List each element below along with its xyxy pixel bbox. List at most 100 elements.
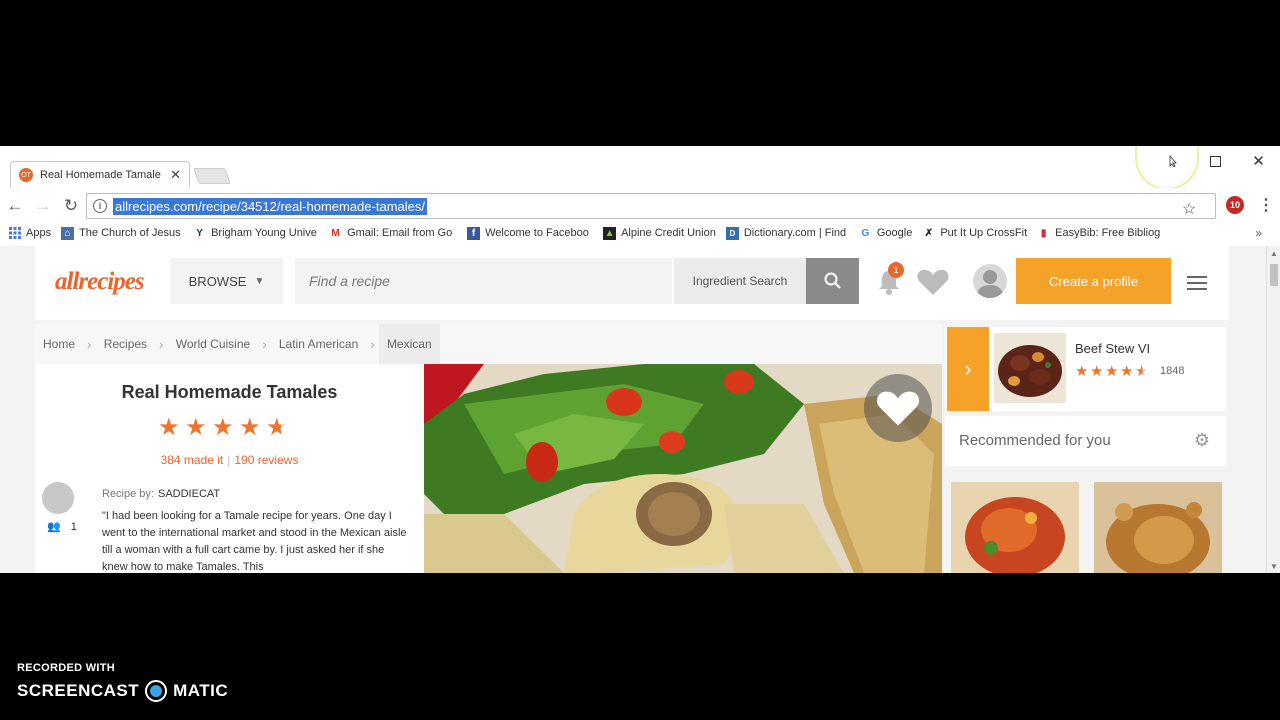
tamales-image [424, 364, 942, 573]
breadcrumb-recipes[interactable]: Recipes [96, 324, 155, 364]
bookmarks-overflow-icon[interactable]: » [1255, 226, 1262, 240]
chevron-right-icon: › [262, 336, 267, 352]
bookmark-label: Welcome to Faceboo [485, 227, 589, 239]
made-it-link[interactable]: 384 made it [161, 453, 224, 467]
church-icon: ⌂ [61, 226, 75, 240]
browser-window: OT Real Homemade Tamale ✕ ✕ ← → ↻ i allr… [0, 146, 1280, 573]
bookmark-easybib[interactable]: ▮ EasyBib: Free Bibliog [1037, 227, 1165, 240]
bookmark-byu[interactable]: Y Brigham Young Unive [193, 227, 319, 240]
bookmarks-bar: Apps ⌂ The Church of Jesus C Y Brigham Y… [0, 222, 1280, 244]
browse-label: BROWSE [188, 273, 247, 289]
scroll-thumb[interactable] [1270, 264, 1278, 286]
watermark-recorded-with: RECORDED WITH [17, 662, 116, 674]
search-button[interactable] [806, 258, 859, 304]
browser-tab[interactable]: OT Real Homemade Tamale ✕ [10, 161, 190, 188]
recipe-title: Real Homemade Tamales [121, 382, 338, 402]
bookmark-dictionary[interactable]: D Dictionary.com | Find [725, 226, 849, 240]
star-icon: ★ [185, 414, 207, 441]
heart-icon [917, 269, 949, 295]
hamburger-menu-icon[interactable] [1187, 276, 1207, 294]
bookmark-apps[interactable]: Apps [8, 227, 51, 240]
new-tab-button[interactable] [193, 168, 231, 184]
recipe-photo[interactable] [424, 364, 942, 573]
site-header: allrecipes BROWSE ▼ Find a recipe Ingred… [35, 246, 1229, 320]
crossfit-icon: ✗ [924, 227, 934, 239]
author-avatar[interactable] [42, 482, 74, 514]
extension-icon[interactable]: 10 [1226, 196, 1244, 214]
author-name[interactable]: SADDIECAT [158, 488, 220, 500]
next-recipe-title[interactable]: Beef Stew VI [1075, 341, 1150, 356]
recommended-card[interactable] [951, 482, 1079, 573]
recommended-card[interactable] [1094, 482, 1222, 573]
tab-strip: OT Real Homemade Tamale ✕ ✕ [0, 146, 1280, 190]
recipe-by: Recipe by: SADDIECAT [102, 488, 220, 500]
gmail-icon: M [331, 227, 340, 239]
forward-button[interactable]: → [30, 193, 56, 219]
breadcrumb-latin-american[interactable]: Latin American [271, 324, 366, 364]
ingredient-search-button[interactable]: Ingredient Search [674, 258, 806, 304]
bookmark-church[interactable]: ⌂ The Church of Jesus C [61, 226, 183, 240]
recommended-header: Recommended for you ⚙ [945, 416, 1226, 466]
info-icon[interactable]: i [93, 199, 107, 213]
screencast-watermark: SCREENCAST MATIC [17, 680, 228, 702]
next-recipe-card[interactable]: › Beef Stew VI ★ ★ ★ ★ ★ 1848 [945, 327, 1226, 411]
bookmark-crossfit[interactable]: ✗ Put It Up CrossFit [922, 227, 1028, 240]
web-page: allrecipes BROWSE ▼ Find a recipe Ingred… [0, 246, 1266, 573]
half-star-icon: ★ [1135, 363, 1149, 380]
star-icon: ★ [1090, 363, 1104, 380]
profile-avatar[interactable] [973, 264, 1007, 298]
create-profile-button[interactable]: Create a profile [1016, 258, 1171, 304]
bookmark-facebook[interactable]: f Welcome to Faceboo [467, 226, 593, 240]
scroll-up-icon[interactable]: ▲ [1270, 249, 1278, 258]
facebook-icon: f [467, 226, 481, 240]
favorites-button[interactable] [916, 268, 950, 301]
reload-button[interactable]: ↻ [58, 193, 84, 219]
address-bar[interactable]: i allrecipes.com/recipe/34512/real-homem… [86, 193, 1216, 219]
chevron-right-icon: › [87, 336, 92, 352]
star-icon: ★ [1105, 363, 1119, 380]
chevron-right-icon[interactable]: › [947, 327, 989, 411]
bookmark-gmail[interactable]: M Gmail: Email from Go [329, 227, 457, 240]
recommended-title: Recommended for you [959, 432, 1111, 449]
chrome-menu-icon[interactable]: ⋮ [1258, 195, 1274, 215]
save-recipe-heart-button[interactable] [864, 374, 932, 442]
breadcrumb-home[interactable]: Home [35, 324, 83, 364]
maximize-button[interactable] [1194, 146, 1237, 176]
tab-close-icon[interactable]: ✕ [170, 167, 181, 183]
notifications-button[interactable]: 1 [875, 262, 904, 296]
breadcrumb-mexican[interactable]: Mexican [378, 324, 440, 364]
bookmark-label: Apps [26, 227, 52, 239]
followers-count: 1 [70, 520, 77, 533]
search-input[interactable]: Find a recipe [295, 258, 672, 304]
next-recipe-count: 1848 [1160, 365, 1185, 377]
scroll-down-icon[interactable]: ▼ [1270, 562, 1278, 571]
rating-stars[interactable]: ★ ★ ★ ★ ★ [158, 415, 293, 441]
recipe-summary: Real Homemade Tamales ★ ★ ★ ★ ★ 384 made… [35, 364, 424, 573]
notification-badge: 1 [888, 262, 904, 278]
breadcrumb-world-cuisine[interactable]: World Cuisine [168, 324, 258, 364]
next-recipe-rating: ★ ★ ★ ★ ★ 1848 [1075, 362, 1184, 380]
bookmark-label: Google [876, 227, 913, 239]
gear-icon[interactable]: ⚙ [1194, 430, 1210, 451]
extension-badge: 10 [1229, 200, 1240, 210]
url-text[interactable]: allrecipes.com/recipe/34512/real-homemad… [113, 197, 427, 215]
allrecipes-logo[interactable]: allrecipes [55, 268, 145, 296]
bookmark-alpine[interactable]: ▲ Alpine Credit Union [603, 226, 716, 240]
beef-stew-thumbnail[interactable] [994, 333, 1066, 403]
chevron-down-icon: ▼ [254, 275, 265, 287]
close-window-button[interactable]: ✕ [1237, 146, 1280, 176]
page-scrollbar[interactable]: ▲ ▼ [1266, 246, 1280, 573]
back-button[interactable]: ← [2, 193, 28, 219]
bookmark-star-icon[interactable]: ☆ [1182, 197, 1209, 223]
dictionary-icon: D [725, 226, 739, 240]
star-icon: ★ [1075, 363, 1089, 380]
minimize-button[interactable] [1151, 146, 1194, 176]
recipe-description: "I had been looking for a Tamale recipe … [102, 510, 407, 573]
bookmark-label: Alpine Credit Union [621, 227, 716, 239]
recipe-content: Home › Recipes › World Cuisine › Latin A… [35, 324, 942, 573]
bookmark-google[interactable]: G Google [859, 227, 912, 240]
reviews-link[interactable]: 190 reviews [234, 453, 298, 467]
star-icon: ★ [239, 414, 261, 441]
half-star-icon: ★ [266, 415, 293, 441]
browse-button[interactable]: BROWSE ▼ [170, 258, 283, 304]
